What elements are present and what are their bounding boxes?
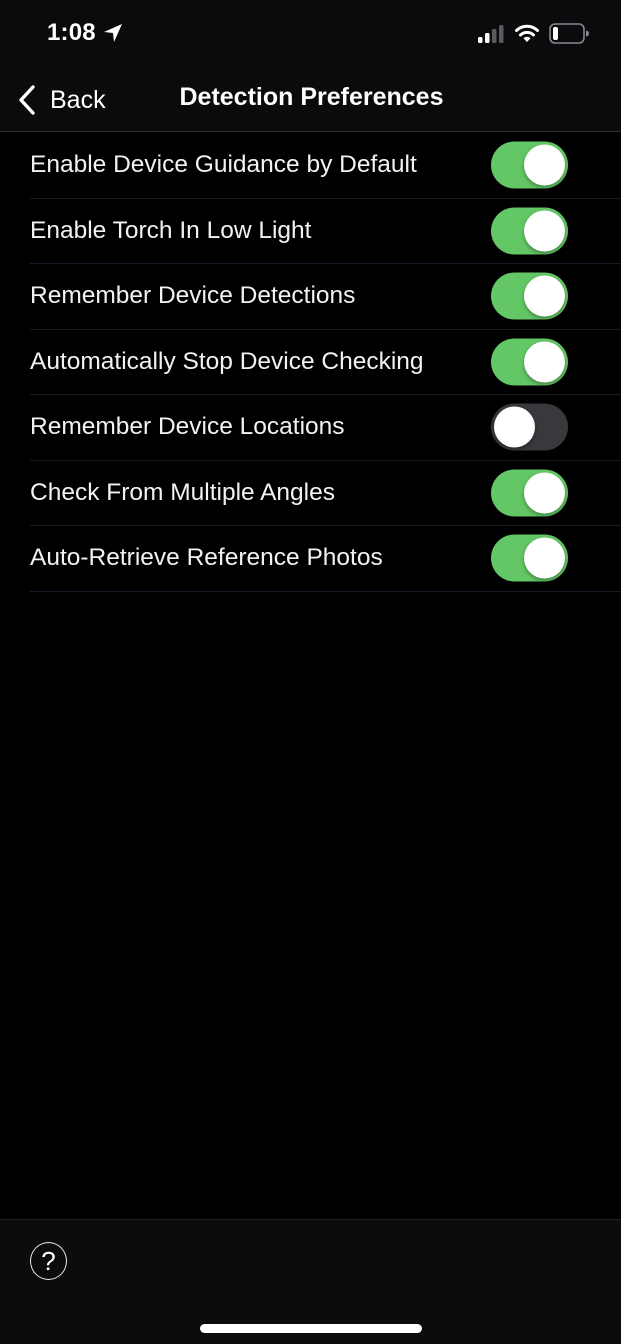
setting-row-multiple-angles: Check From Multiple Angles [30,461,621,526]
setting-label: Enable Torch In Low Light [30,216,312,244]
toggle-knob [494,406,535,448]
toggle-switch[interactable] [491,141,568,189]
toggle-switch[interactable] [491,338,568,386]
home-indicator[interactable] [200,1324,422,1333]
top-bar: 1:08 Back Detection Preferences [0,0,621,132]
settings-list: Enable Device Guidance by Default Enable… [0,133,621,592]
setting-label: Check From Multiple Angles [30,478,336,506]
toggle-switch[interactable] [491,272,568,320]
setting-row-remember-locations: Remember Device Locations [30,395,621,461]
battery-icon [549,23,589,44]
bottom-toolbar: ? [0,1219,621,1344]
wifi-icon [515,24,539,42]
toggle-knob [524,472,565,514]
question-mark-icon: ? [41,1245,56,1276]
toggle-knob [524,341,565,383]
toggle-switch[interactable] [491,469,568,517]
help-button[interactable]: ? [30,1242,67,1280]
toggle-switch[interactable] [491,207,568,255]
cellular-signal-icon [478,25,504,43]
toggle-knob [524,210,565,252]
location-arrow-icon [104,24,122,42]
setting-row-device-guidance: Enable Device Guidance by Default [30,133,621,199]
setting-label: Automatically Stop Device Checking [30,347,424,375]
setting-row-reference-photos: Auto-Retrieve Reference Photos [30,526,621,592]
toggle-knob [524,144,565,186]
toggle-switch[interactable] [491,403,568,451]
setting-label: Remember Device Locations [30,413,345,441]
page-title: Detection Preferences [179,83,444,111]
toggle-knob [524,275,565,317]
setting-row-torch: Enable Torch In Low Light [30,199,621,264]
setting-row-auto-stop: Automatically Stop Device Checking [30,330,621,395]
toggle-switch[interactable] [491,534,568,582]
setting-label: Remember Device Detections [30,282,356,310]
setting-label: Enable Device Guidance by Default [30,151,417,179]
setting-label: Auto-Retrieve Reference Photos [30,544,383,572]
setting-row-remember-detections: Remember Device Detections [30,264,621,330]
toggle-knob [524,537,565,579]
status-time: 1:08 [47,19,96,46]
